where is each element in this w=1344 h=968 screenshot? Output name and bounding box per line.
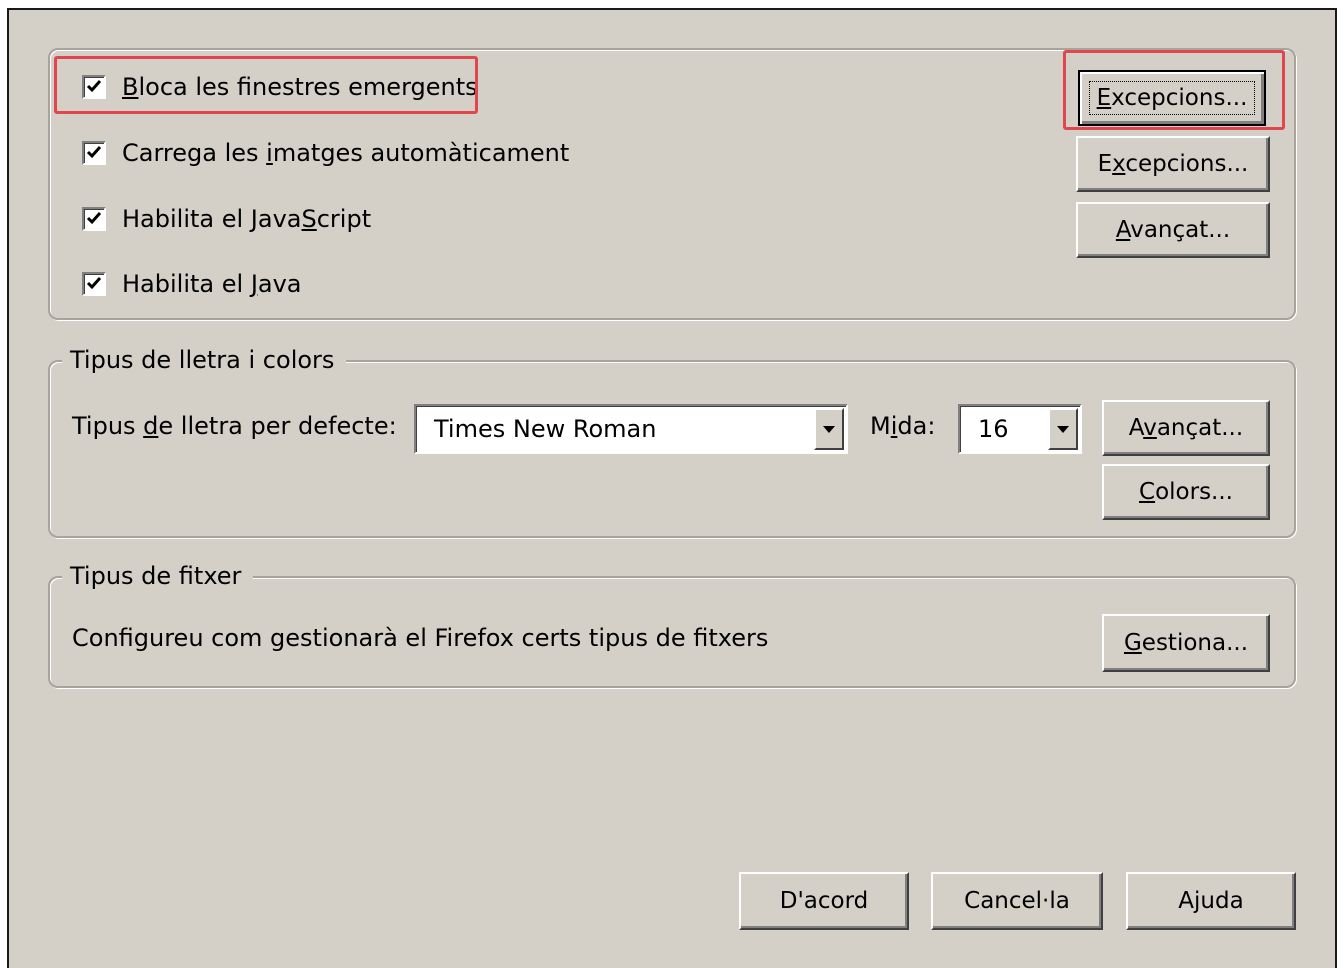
colors-button[interactable]: Colors...	[1102, 464, 1270, 520]
font-size-select[interactable]: 16	[958, 404, 1082, 454]
ok-button[interactable]: D'acord	[739, 872, 909, 930]
checkbox-box[interactable]	[82, 75, 106, 99]
checkbox-label: Habilita el JavaScript	[122, 205, 372, 233]
cancel-button[interactable]: Cancel·la	[931, 872, 1103, 930]
group-legend: Tipus de lletra i colors	[62, 344, 347, 376]
select-value: Times New Roman	[434, 415, 657, 443]
content-group: Bloca les finestres emergents Carrega le…	[48, 48, 1296, 320]
checkmark-icon	[86, 146, 102, 159]
file-types-group: Tipus de fitxer Configureu com gestionar…	[48, 560, 1296, 688]
popup-exceptions-button[interactable]: Excepcions...	[1078, 70, 1266, 126]
group-legend: Tipus de fitxer	[62, 560, 254, 592]
checkbox-box[interactable]	[82, 272, 106, 296]
dropdown-button[interactable]	[1048, 408, 1078, 450]
default-font-label: Tipus de lletra per defecte:	[72, 412, 397, 440]
chevron-down-icon	[823, 426, 835, 433]
manage-file-types-button[interactable]: Gestiona...	[1102, 614, 1270, 672]
checkbox-box[interactable]	[82, 207, 106, 231]
select-value: 16	[978, 415, 1009, 443]
default-font-select[interactable]: Times New Roman	[414, 404, 848, 454]
chevron-down-icon	[1057, 426, 1069, 433]
dropdown-button[interactable]	[814, 408, 844, 450]
enable-javascript-checkbox[interactable]: Habilita el JavaScript	[82, 205, 371, 233]
fonts-colors-group: Tipus de lletra i colors Tipus de lletra…	[48, 344, 1296, 538]
fonts-advanced-button[interactable]: Avançat...	[1102, 400, 1270, 456]
enable-java-checkbox[interactable]: Habilita el Java	[82, 270, 302, 298]
size-label: Mida:	[870, 412, 936, 440]
options-dialog: Bloca les finestres emergents Carrega le…	[7, 8, 1337, 968]
checkbox-label: Carrega les imatges automàticament	[122, 139, 570, 167]
javascript-advanced-button[interactable]: Avançat...	[1076, 202, 1270, 258]
checkbox-box[interactable]	[82, 141, 106, 165]
checkbox-label: Habilita el Java	[122, 270, 302, 298]
help-button[interactable]: Ajuda	[1126, 872, 1296, 930]
checkmark-icon	[86, 277, 102, 290]
checkbox-label: Bloca les finestres emergents	[122, 73, 478, 101]
file-types-description: Configureu com gestionarà el Firefox cer…	[72, 624, 769, 652]
image-exceptions-button[interactable]: Excepcions...	[1076, 136, 1270, 192]
checkmark-icon	[86, 80, 102, 93]
checkmark-icon	[86, 212, 102, 225]
block-popups-checkbox[interactable]: Bloca les finestres emergents	[82, 73, 478, 101]
load-images-checkbox[interactable]: Carrega les imatges automàticament	[82, 139, 569, 167]
